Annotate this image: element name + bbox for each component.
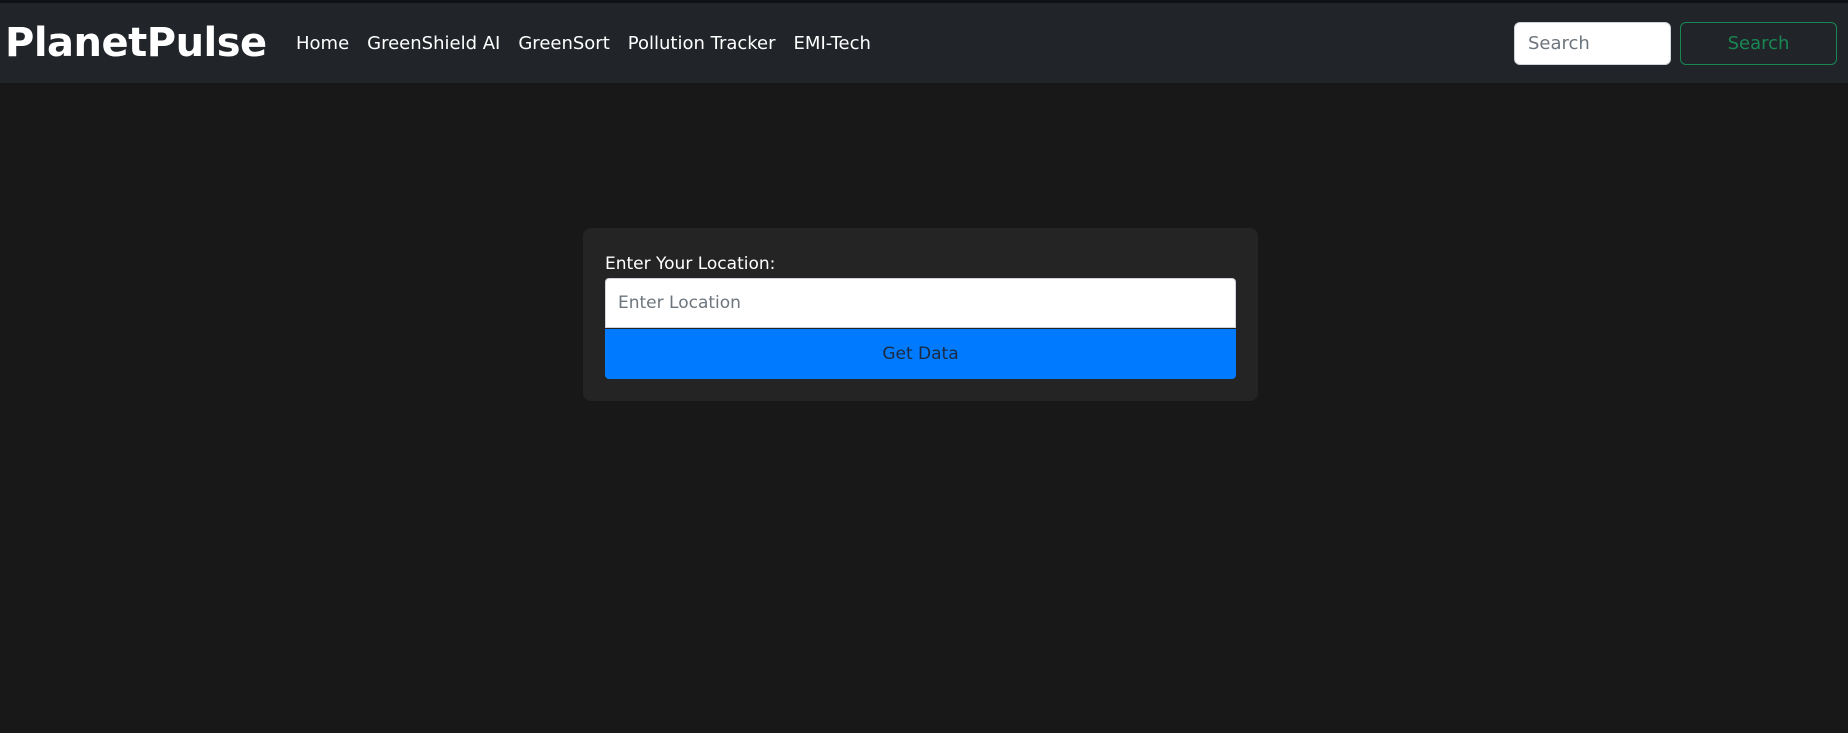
brand-logo[interactable]: PlanetPulse (5, 19, 267, 67)
nav-link-emi-tech[interactable]: EMI-Tech (794, 33, 871, 54)
search-input[interactable] (1514, 22, 1671, 65)
nav-links: Home GreenShield AI GreenSort Pollution … (296, 3, 889, 83)
navbar: PlanetPulse Home GreenShield AI GreenSor… (0, 3, 1848, 83)
location-card: Enter Your Location: Get Data (583, 228, 1258, 401)
get-data-button[interactable]: Get Data (605, 329, 1236, 379)
search-button[interactable]: Search (1680, 22, 1837, 65)
nav-link-home[interactable]: Home (296, 33, 349, 54)
nav-link-pollution-tracker[interactable]: Pollution Tracker (628, 33, 776, 54)
location-input[interactable] (605, 278, 1236, 328)
nav-link-greenshield-ai[interactable]: GreenShield AI (367, 33, 500, 54)
location-label: Enter Your Location: (605, 254, 776, 274)
nav-link-greensort[interactable]: GreenSort (518, 33, 609, 54)
